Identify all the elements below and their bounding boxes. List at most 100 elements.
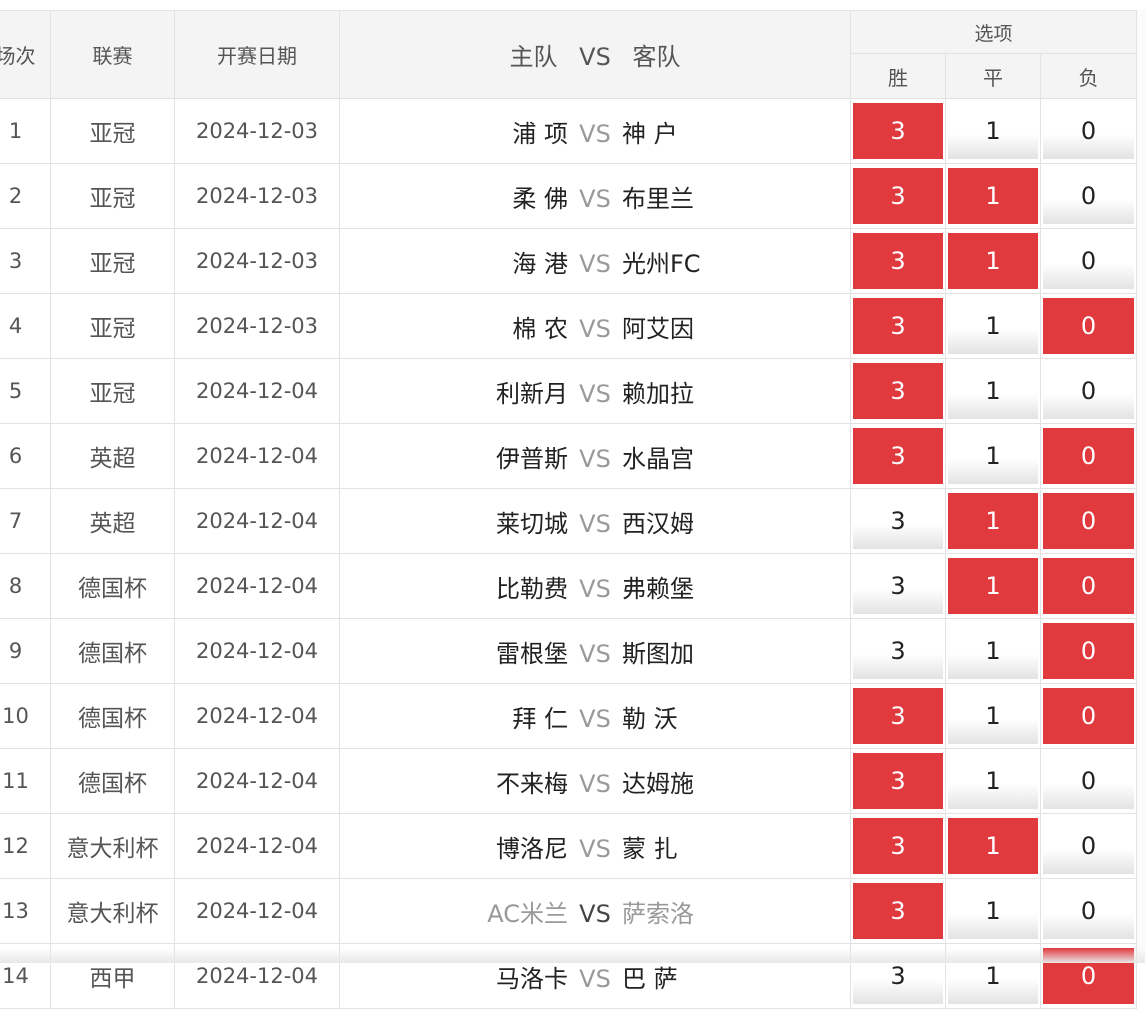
header-index: 场次 bbox=[0, 10, 51, 99]
option-draw-cell: 1 bbox=[945, 488, 1041, 554]
option-win-button[interactable]: 3 bbox=[853, 298, 943, 354]
option-lose-button[interactable]: 0 bbox=[1043, 623, 1135, 679]
option-lose-button[interactable]: 0 bbox=[1043, 818, 1135, 874]
option-win-button[interactable]: 3 bbox=[853, 818, 943, 874]
away-team: 布里兰 bbox=[622, 184, 694, 213]
table-row: 3 亚冠 2024-12-03 海 港 VS 光州FC 3 1 0 bbox=[0, 228, 1138, 294]
row-index: 10 bbox=[0, 683, 51, 749]
vs-label: VS bbox=[579, 769, 611, 798]
option-win-button[interactable]: 3 bbox=[853, 623, 943, 679]
row-date: 2024-12-03 bbox=[174, 163, 340, 229]
away-team: 光州FC bbox=[622, 249, 701, 278]
option-lose-button[interactable]: 0 bbox=[1043, 493, 1135, 549]
option-win-button[interactable]: 3 bbox=[853, 428, 943, 484]
option-lose-cell: 0 bbox=[1039, 618, 1138, 684]
option-draw-button[interactable]: 1 bbox=[948, 623, 1038, 679]
option-draw-button[interactable]: 1 bbox=[948, 883, 1038, 939]
option-draw-button[interactable]: 1 bbox=[948, 363, 1038, 419]
option-draw-cell: 1 bbox=[945, 163, 1041, 229]
option-win-button[interactable]: 3 bbox=[853, 103, 943, 159]
row-index: 6 bbox=[0, 423, 51, 489]
option-draw-button[interactable]: 1 bbox=[948, 688, 1038, 744]
option-draw-cell: 1 bbox=[945, 423, 1041, 489]
header-lose: 负 bbox=[1039, 53, 1138, 99]
row-match: 博洛尼 VS 蒙 扎 bbox=[339, 813, 851, 879]
option-lose-cell: 0 bbox=[1039, 683, 1138, 749]
away-team: 神 户 bbox=[622, 119, 678, 148]
bottom-fade bbox=[0, 948, 1145, 963]
option-draw-cell: 1 bbox=[945, 748, 1041, 814]
option-draw-button[interactable]: 1 bbox=[948, 753, 1038, 809]
row-league: 亚冠 bbox=[50, 228, 175, 294]
home-team: 浦 项 bbox=[512, 119, 568, 148]
option-draw-button[interactable]: 1 bbox=[948, 428, 1038, 484]
row-league: 意大利杯 bbox=[50, 813, 175, 879]
option-draw-button[interactable]: 1 bbox=[948, 818, 1038, 874]
table-row: 10 德国杯 2024-12-04 拜 仁 VS 勒 沃310 bbox=[0, 683, 1138, 749]
away-team: 西汉姆 bbox=[622, 509, 694, 538]
option-lose-button[interactable]: 0 bbox=[1043, 298, 1135, 354]
home-team: 伊普斯 bbox=[496, 444, 568, 473]
option-win-button[interactable]: 3 bbox=[853, 493, 943, 549]
option-win-button[interactable]: 3 bbox=[853, 168, 943, 224]
vs-label: VS bbox=[579, 249, 611, 278]
option-lose-button[interactable]: 0 bbox=[1043, 168, 1135, 224]
row-match: 莱切城 VS 西汉姆 bbox=[339, 488, 851, 554]
home-team: 棉 农 bbox=[512, 314, 568, 343]
option-win-button[interactable]: 3 bbox=[853, 363, 943, 419]
option-draw-button[interactable]: 1 bbox=[948, 298, 1038, 354]
option-draw-button[interactable]: 1 bbox=[948, 493, 1038, 549]
option-draw-button[interactable]: 1 bbox=[948, 103, 1038, 159]
option-draw-cell: 1 bbox=[945, 553, 1041, 619]
row-date: 2024-12-04 bbox=[174, 488, 340, 554]
scrollbar-track[interactable] bbox=[1136, 10, 1145, 963]
table-row: 2 亚冠 2024-12-03 柔 佛 VS 布里兰 3 1 0 bbox=[0, 163, 1138, 229]
table-row: 12 意大利杯 2024-12-04 博洛尼 VS 蒙 扎 310 bbox=[0, 813, 1138, 879]
row-match: 雷根堡 VS 斯图加 bbox=[339, 618, 851, 684]
option-lose-button[interactable]: 0 bbox=[1043, 753, 1135, 809]
row-league: 英超 bbox=[50, 488, 175, 554]
option-draw-button[interactable]: 1 bbox=[948, 168, 1038, 224]
header-vs: VS bbox=[579, 43, 611, 71]
option-win-button[interactable]: 3 bbox=[853, 688, 943, 744]
option-lose-cell: 0 bbox=[1039, 813, 1138, 879]
option-win-cell: 3 bbox=[850, 423, 946, 489]
option-lose-button[interactable]: 0 bbox=[1043, 363, 1135, 419]
option-draw-cell: 1 bbox=[945, 618, 1041, 684]
row-league: 亚冠 bbox=[50, 163, 175, 229]
option-lose-button[interactable]: 0 bbox=[1043, 428, 1135, 484]
option-lose-button[interactable]: 0 bbox=[1043, 103, 1135, 159]
row-date: 2024-12-04 bbox=[174, 618, 340, 684]
row-date: 2024-12-03 bbox=[174, 228, 340, 294]
option-draw-button[interactable]: 1 bbox=[948, 233, 1038, 289]
away-team: 斯图加 bbox=[622, 639, 694, 668]
table-header: 场次 联赛 开赛日期 主队 VS 客队 选项 胜 平 负 bbox=[0, 10, 1138, 99]
option-win-cell: 3 bbox=[850, 553, 946, 619]
option-win-cell: 3 bbox=[850, 293, 946, 359]
row-index: 2 bbox=[0, 163, 51, 229]
option-lose-button[interactable]: 0 bbox=[1043, 883, 1135, 939]
row-index: 4 bbox=[0, 293, 51, 359]
home-team: 拜 仁 bbox=[512, 704, 568, 733]
row-league: 英超 bbox=[50, 423, 175, 489]
vs-label: VS bbox=[579, 639, 611, 668]
away-team: 蒙 扎 bbox=[622, 834, 678, 863]
option-lose-cell: 0 bbox=[1039, 878, 1138, 944]
option-lose-button[interactable]: 0 bbox=[1043, 558, 1135, 614]
option-win-button[interactable]: 3 bbox=[853, 558, 943, 614]
option-draw-button[interactable]: 1 bbox=[948, 558, 1038, 614]
option-win-cell: 3 bbox=[850, 98, 946, 164]
option-win-button[interactable]: 3 bbox=[853, 233, 943, 289]
header-options: 选项 bbox=[849, 10, 1138, 54]
option-draw-cell: 1 bbox=[945, 228, 1041, 294]
option-lose-button[interactable]: 0 bbox=[1043, 233, 1135, 289]
row-index: 7 bbox=[0, 488, 51, 554]
option-win-button[interactable]: 3 bbox=[853, 883, 943, 939]
option-win-cell: 3 bbox=[850, 358, 946, 424]
option-lose-button[interactable]: 0 bbox=[1043, 688, 1135, 744]
table-row: 5 亚冠 2024-12-04 利新月 VS 赖加拉 3 1 0 bbox=[0, 358, 1138, 424]
option-win-cell: 3 bbox=[850, 618, 946, 684]
row-league: 亚冠 bbox=[50, 293, 175, 359]
option-win-button[interactable]: 3 bbox=[853, 753, 943, 809]
vs-label: VS bbox=[579, 379, 611, 408]
